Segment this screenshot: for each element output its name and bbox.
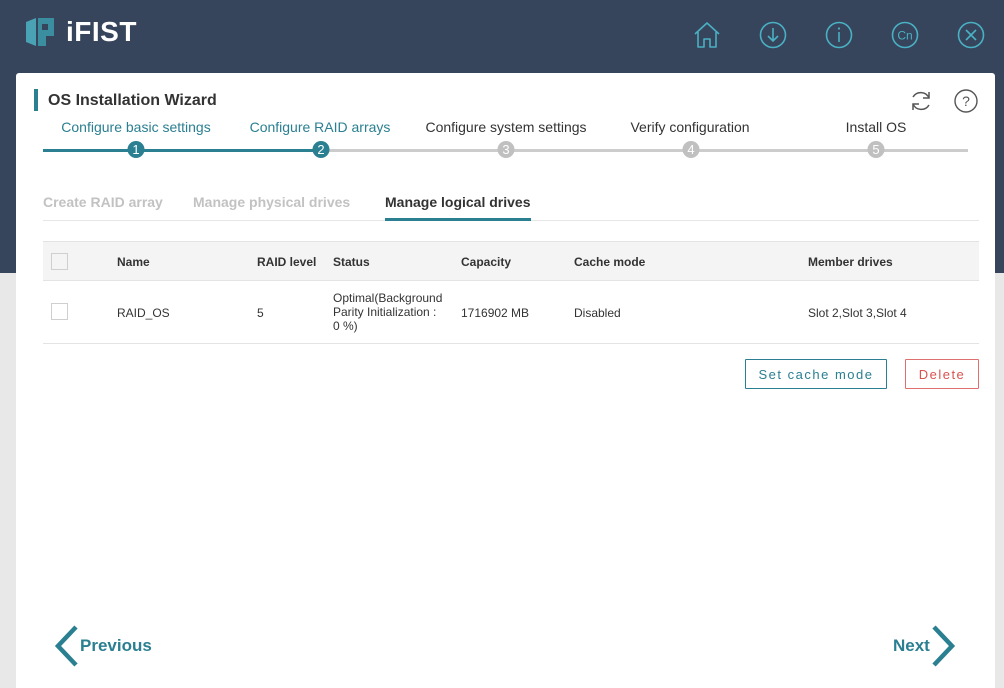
table-row[interactable]: RAID_OS 5 Optimal(Background Parity Init… [43,281,979,344]
language-label: Cn [897,29,912,43]
top-toolbar: Cn [0,20,1004,52]
page-title: OS Installation Wizard [48,92,217,109]
download-icon[interactable] [758,20,788,50]
tab-manage-logical-drives[interactable]: Manage logical drives [385,194,531,221]
step-track-completed [43,149,321,152]
step-dot-3: 3 [497,141,515,158]
status-line: Parity Initialization : [333,305,437,319]
previous-label: Previous [80,636,152,655]
cell-name: RAID_OS [117,306,170,320]
chevron-left-icon [54,625,78,667]
column-header-cache-mode: Cache mode [574,255,646,269]
cell-capacity: 1716902 MB [461,306,530,320]
status-line: Optimal(Background [333,291,443,305]
language-icon[interactable]: Cn [890,20,920,50]
step-label-system-settings: Configure system settings [425,119,587,135]
step-label-basic-settings: Configure basic settings [61,119,211,135]
table-header: Name RAID level Status Capacity Cache mo… [43,241,979,281]
next-label: Next [893,636,930,655]
info-icon[interactable] [824,20,854,50]
column-header-status: Status [333,255,370,269]
previous-button[interactable]: Previous [52,624,152,668]
step-label-install-os: Install OS [845,119,907,135]
column-header-raid-level: RAID level [257,255,317,269]
wizard-panel: OS Installation Wizard ? Configure basic… [16,73,995,688]
step-label-raid-arrays: Configure RAID arrays [249,119,391,135]
set-cache-mode-button[interactable]: Set cache mode [745,359,887,389]
tab-create-raid-array[interactable]: Create RAID array [43,194,163,221]
status-line: 0 %) [333,319,358,333]
home-icon[interactable] [692,20,722,50]
svg-text:?: ? [962,93,970,109]
title-accent-bar [34,89,38,111]
step-dot-4: 4 [682,141,700,158]
cell-status: Optimal(Background Parity Initialization… [333,291,442,333]
tab-manage-physical-drives[interactable]: Manage physical drives [193,194,350,221]
column-header-member-drives: Member drives [808,255,893,269]
column-header-name: Name [117,255,150,269]
logical-drives-table: Name RAID level Status Capacity Cache mo… [43,241,979,344]
close-icon[interactable] [956,20,986,50]
raid-subtabs: Create RAID array Manage physical drives… [43,188,979,221]
next-button[interactable]: Next [893,624,958,668]
row-checkbox[interactable] [51,303,68,320]
delete-button[interactable]: Delete [905,359,979,389]
cell-raid-level: 5 [257,306,264,320]
step-label-verify: Verify configuration [630,119,750,135]
help-icon[interactable]: ? [953,88,979,114]
step-dot-2: 2 [312,141,330,158]
cell-cache-mode: Disabled [574,306,621,320]
cell-member-drives: Slot 2,Slot 3,Slot 4 [808,306,907,320]
column-header-capacity: Capacity [461,255,512,269]
step-dot-5: 5 [867,141,885,158]
chevron-right-icon [932,625,955,667]
refresh-icon[interactable] [908,88,934,114]
step-dot-1: 1 [127,141,145,158]
select-all-checkbox[interactable] [51,253,68,270]
